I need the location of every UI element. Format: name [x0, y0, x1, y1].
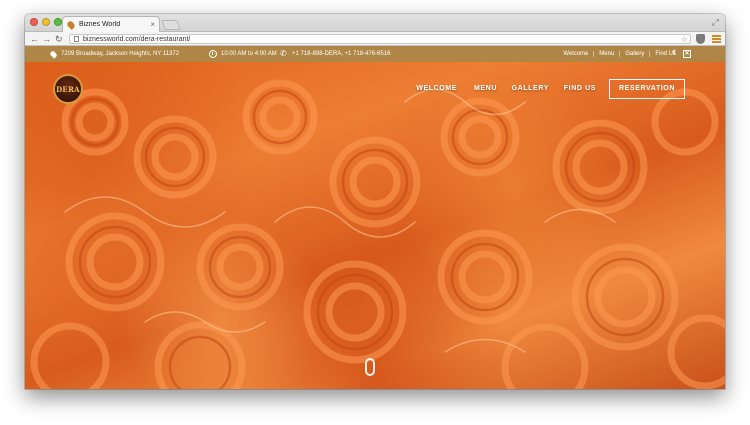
address-info: 7209 Broadway, Jackson Heights, NY 11372 — [49, 46, 180, 62]
location-pin-favicon-icon — [66, 19, 76, 30]
close-window-button[interactable] — [30, 18, 38, 26]
top-info-bar: 7209 Broadway, Jackson Heights, NY 11372… — [25, 46, 725, 62]
extension-icon[interactable] — [696, 34, 705, 44]
tab-strip: Biznes World × ⤢ — [25, 14, 725, 32]
phone-info: ✆ +1 718-898-DERA, +1 718-476-6516 — [280, 46, 390, 62]
hours-text: 10:00 AM to 4:00 AM — [221, 51, 277, 57]
address-text: 7209 Broadway, Jackson Heights, NY 11372 — [61, 51, 180, 57]
reservation-button[interactable]: RESERVATION — [609, 79, 685, 99]
logo-text: DERA — [56, 84, 80, 94]
url-text: biznessworld.com/dera-restaurant/ — [83, 35, 191, 43]
hours-info: 10:00 AM to 4:00 AM — [209, 46, 277, 62]
nav-gallery[interactable]: GALLERY — [512, 79, 549, 99]
nav-welcome[interactable]: WELCOME — [416, 79, 457, 99]
jalebi-swirls-image — [30, 79, 725, 389]
nav-menu[interactable]: MENU — [474, 79, 497, 99]
tab-close-icon[interactable]: × — [150, 20, 155, 29]
zoom-window-button[interactable] — [54, 18, 62, 26]
top-links: Welcome Menu Gallery Find Us — [558, 46, 681, 62]
phone-icon: ✆ — [280, 49, 287, 58]
reload-icon[interactable]: ↻ — [55, 34, 63, 44]
tab-title: Biznes World — [79, 21, 121, 28]
page-icon — [74, 36, 79, 42]
top-link-menu[interactable]: Menu — [593, 51, 619, 57]
top-link-gallery[interactable]: Gallery — [619, 51, 649, 57]
dera-logo[interactable]: DERA — [53, 74, 83, 104]
browser-window: Biznes World × ⤢ ← → ↻ biznessworld.com/… — [25, 14, 725, 389]
browser-tab[interactable]: Biznes World × — [62, 16, 160, 32]
window-controls — [30, 18, 62, 26]
clock-icon — [209, 50, 217, 58]
minimize-window-button[interactable] — [42, 18, 50, 26]
bookmark-star-icon[interactable]: ☆ — [681, 35, 688, 44]
new-tab-button[interactable] — [161, 20, 181, 30]
email-icon[interactable]: ✕ — [683, 50, 691, 58]
fullscreen-icon[interactable]: ⤢ — [712, 17, 719, 27]
forward-arrow-icon[interactable]: → — [42, 34, 51, 44]
scroll-down-indicator[interactable] — [365, 358, 375, 376]
top-link-welcome[interactable]: Welcome — [558, 51, 593, 57]
facebook-icon[interactable]: f — [670, 50, 678, 58]
web-page: 7209 Broadway, Jackson Heights, NY 11372… — [25, 46, 725, 389]
location-pin-icon — [49, 49, 58, 59]
nav-find-us[interactable]: FIND US — [564, 79, 596, 99]
address-bar[interactable]: biznessworld.com/dera-restaurant/ ☆ — [69, 34, 691, 44]
back-arrow-icon[interactable]: ← — [30, 34, 39, 44]
hero-image: DERA WELCOME MENU GALLERY FIND US RESERV… — [25, 62, 725, 389]
browser-menu-icon[interactable] — [712, 35, 721, 44]
phone-text: +1 718-898-DERA, +1 718-476-6516 — [292, 51, 391, 57]
browser-toolbar: ← → ↻ biznessworld.com/dera-restaurant/ … — [25, 32, 725, 46]
